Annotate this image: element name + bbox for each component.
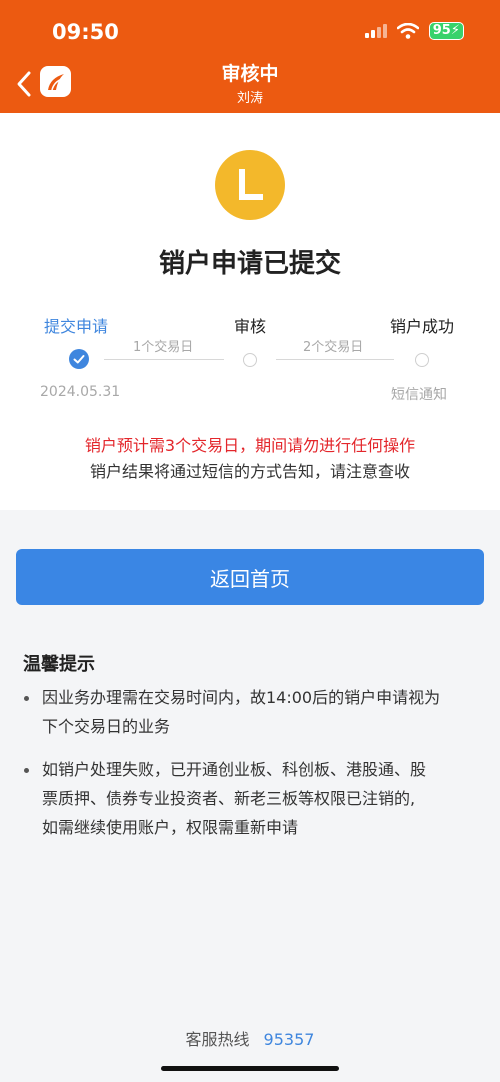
tips-title: 温馨提示 [23,654,95,675]
step-date: 2024.05.31 [40,384,121,400]
wifi-icon [396,23,419,39]
avatar [215,150,285,220]
step-label-submit: 提交申请 [44,317,109,336]
tip-line: 下个交易日的业务 [42,717,171,736]
tip-item: 如销户处理失败，已开通创业板、科创板、港股通、股 票质押、债券专业投资者、新老三… [42,755,482,842]
step-connector [104,359,224,360]
step-gap-label: 1个交易日 [133,340,194,355]
tip-line: 票质押、债券专业投资者、新老三板等权限已注销的, [42,789,416,808]
step-gap-label: 2个交易日 [303,340,364,355]
tip-line: 因业务办理需在交易时间内，故14:00后的销户申请视为 [42,688,441,707]
warning-message: 销户预计需3个交易日，期间请勿进行任何操作 [84,436,416,455]
page-subtitle: 刘涛 [236,91,263,106]
step-label-success: 销户成功 [390,317,455,336]
customer-hotline: 客服热线 95357 [0,1026,500,1050]
step-label-review: 审核 [234,317,267,336]
app-header: 09:50 95⚡ 审核中 刘涛 [0,0,500,113]
step-connector [276,359,394,360]
status-card: 销户申请已提交 提交申请 审核 销户成功 1个交易日 2个交易日 2024.05… [0,113,500,510]
hotline-label: 客服热线 [185,1030,250,1049]
status-icons: 95⚡ [364,22,464,40]
status-time: 09:50 [52,20,119,44]
hotline-number-link[interactable]: 95357 [264,1030,315,1049]
step-pending-dot [243,353,257,367]
avatar-letter-icon [239,169,263,200]
step-notify-label: 短信通知 [391,387,447,403]
submission-title: 销户申请已提交 [158,249,341,279]
notice-message: 销户结果将通过短信的方式告知，请注意查收 [89,462,410,481]
cellular-signal-icon [364,24,387,38]
page-title: 审核中 [221,63,279,85]
tip-item: 因业务办理需在交易时间内，故14:00后的销户申请视为 下个交易日的业务 [42,683,482,741]
battery-icon: 95⚡ [428,22,464,40]
home-indicator[interactable] [161,1066,339,1071]
battery-level: 95 [432,23,451,38]
charging-bolt-icon: ⚡ [450,23,460,38]
tip-line: 如销户处理失败，已开通创业板、科创板、港股通、股 [42,760,427,779]
bullet-icon [24,768,29,773]
return-home-button[interactable]: 返回首页 [16,549,484,605]
step-pending-dot [415,353,429,367]
bullet-icon [24,696,29,701]
tip-line: 如需继续使用账户，权限需重新申请 [42,818,299,837]
step-done-check-icon [69,349,89,369]
